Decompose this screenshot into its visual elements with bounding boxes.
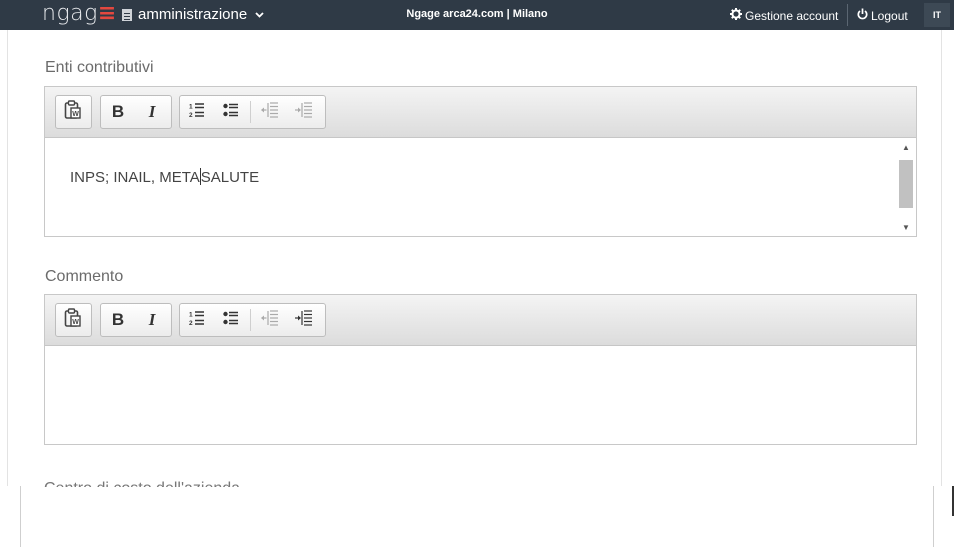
svg-text:W: W [72, 319, 79, 326]
bulleted-list-button[interactable] [214, 96, 248, 128]
toolbar-group-clipboard: W [55, 303, 92, 337]
gear-icon [730, 8, 742, 23]
paste-from-word-icon: W [64, 307, 82, 333]
outdent-icon [261, 101, 279, 123]
paste-from-word-button[interactable]: W [56, 304, 90, 336]
rich-text-editor-enti-contributivi: W B I 1 2 INPS; INAIL, METASALUTE ▲ ▼ [44, 86, 917, 237]
bulleted-list-icon [223, 310, 239, 331]
bulleted-list-button[interactable] [214, 304, 248, 336]
tenant-title: Ngage arca24.com | Milano [406, 8, 548, 20]
editor-content-area[interactable]: INPS; INAIL, METASALUTE ▲ ▼ [45, 138, 916, 236]
chevron-down-icon [255, 9, 264, 21]
bold-button[interactable]: B [101, 96, 135, 128]
bulleted-list-icon [223, 102, 239, 123]
top-navigation-bar: ngag≡ amministrazione Ngage arca24.com |… [0, 0, 954, 30]
editor-toolbar: W B I 1 2 [45, 295, 916, 346]
logout-button[interactable]: Logout [857, 8, 908, 23]
numbered-list-button[interactable]: 1 2 [180, 96, 214, 128]
toolbar-group-clipboard: W [55, 95, 92, 129]
indent-icon [295, 101, 313, 123]
toolbar-group-lists: 1 2 [179, 303, 326, 337]
editor-content-area[interactable] [45, 346, 916, 444]
scroll-up-arrow-icon[interactable]: ▲ [898, 140, 914, 154]
svg-text:2: 2 [189, 112, 193, 118]
toolbar-group-lists: 1 2 [179, 95, 326, 129]
decrease-indent-button[interactable] [253, 96, 287, 128]
paste-from-word-button[interactable]: W [56, 96, 90, 128]
italic-button[interactable]: I [135, 304, 169, 336]
account-settings-link[interactable]: Gestione account [730, 8, 838, 23]
svg-text:W: W [72, 111, 79, 118]
decrease-indent-button[interactable] [253, 304, 287, 336]
numbered-list-icon: 1 2 [189, 102, 205, 123]
editor-text[interactable]: INPS; INAIL, METASALUTE [70, 168, 259, 186]
logo-text: ngag [42, 1, 98, 26]
toolbar-separator [250, 101, 251, 123]
numbered-list-icon: 1 2 [189, 310, 205, 331]
editor-text-after-caret: SALUTE [200, 169, 260, 186]
topbar-divider [847, 4, 848, 26]
module-selector[interactable]: amministrazione [122, 6, 264, 23]
numbered-list-button[interactable]: 1 2 [180, 304, 214, 336]
logo-accent: ≡ [97, 1, 117, 26]
toolbar-group-basicstyles: B I [100, 303, 172, 337]
editor-scrollbar[interactable]: ▲ ▼ [898, 140, 914, 234]
editor-toolbar: W B I 1 2 [45, 87, 916, 138]
bold-button[interactable]: B [101, 304, 135, 336]
italic-button[interactable]: I [135, 96, 169, 128]
lower-frame [20, 486, 934, 547]
field-label-enti-contributivi: Enti contributivi [45, 59, 154, 76]
logout-label: Logout [871, 8, 908, 23]
toolbar-group-basicstyles: B I [100, 95, 172, 129]
outdent-icon [261, 309, 279, 331]
module-label: amministrazione [138, 6, 248, 23]
rich-text-editor-commento: W B I 1 2 [44, 294, 917, 445]
svg-text:2: 2 [189, 320, 193, 326]
paste-from-word-icon: W [64, 99, 82, 125]
svg-text:1: 1 [189, 311, 193, 318]
document-icon [122, 8, 132, 21]
scroll-down-arrow-icon[interactable]: ▼ [898, 220, 914, 234]
power-icon [857, 8, 868, 23]
editor-text-before-caret: INPS; INAIL, META [70, 169, 200, 186]
increase-indent-button[interactable] [287, 96, 321, 128]
increase-indent-button[interactable] [287, 304, 321, 336]
ngage-logo[interactable]: ngag≡ [42, 1, 117, 26]
indent-icon [295, 309, 313, 331]
account-label: Gestione account [745, 8, 839, 23]
svg-text:1: 1 [189, 103, 193, 110]
field-label-commento: Commento [45, 268, 124, 285]
scrollbar-thumb[interactable] [899, 160, 913, 208]
toolbar-separator [250, 309, 251, 331]
language-selector[interactable]: IT [924, 3, 950, 27]
